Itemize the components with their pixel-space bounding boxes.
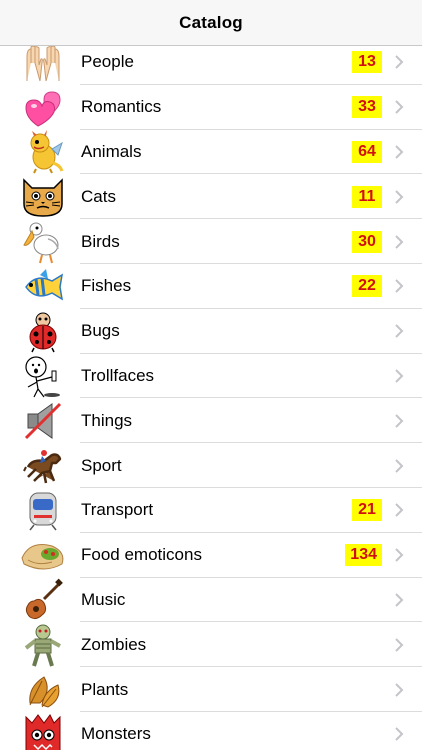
list-item-label: Fishes	[81, 276, 132, 296]
chevron-right-icon	[394, 99, 404, 115]
list-item-animals[interactable]: Animals 64	[0, 129, 422, 175]
guitar-icon	[20, 578, 66, 622]
chevron-right-icon	[394, 502, 404, 518]
list-item-label: Zombies	[81, 634, 147, 654]
list-item-bugs[interactable]: Bugs	[0, 308, 422, 354]
list-item-music[interactable]: Music	[0, 577, 422, 623]
chevron-right-icon	[394, 189, 404, 205]
list-item-label: Trollfaces	[81, 365, 155, 385]
list-item-label: People	[81, 52, 134, 72]
list-item-people[interactable]: People 13	[0, 46, 422, 85]
dragon-icon	[20, 129, 66, 174]
cat-face-icon	[20, 175, 66, 219]
catalog-list[interactable]: People 13 Romantics 33 Animals 64 Cats 1…	[0, 46, 422, 750]
chevron-right-icon	[394, 458, 404, 474]
list-item-fishes[interactable]: Fishes 22	[0, 264, 422, 309]
list-item-label: Plants	[81, 679, 129, 699]
page-title: Catalog	[179, 12, 243, 32]
chevron-right-icon	[394, 278, 404, 294]
raised-hands-icon	[20, 46, 66, 84]
monster-icon	[20, 712, 66, 750]
list-item-label: Romantics	[81, 97, 162, 117]
list-item-cats[interactable]: Cats 11	[0, 174, 422, 220]
pelican-icon	[20, 220, 66, 264]
count-badge: 13	[352, 51, 382, 74]
list-item-label: Animals	[81, 141, 142, 161]
count-badge: 134	[345, 544, 382, 567]
list-item-zombies[interactable]: Zombies	[0, 622, 422, 668]
count-badge: 30	[352, 230, 382, 253]
ladybug-icon	[20, 309, 66, 353]
list-item-trollfaces[interactable]: Trollfaces	[0, 353, 422, 399]
list-item-birds[interactable]: Birds 30	[0, 219, 422, 264]
chevron-right-icon	[394, 323, 404, 339]
chevron-right-icon	[394, 54, 404, 70]
zombie-icon	[20, 623, 66, 667]
train-icon	[20, 488, 66, 532]
list-item-plants[interactable]: Plants	[0, 667, 422, 712]
list-item-label: Music	[81, 589, 126, 609]
list-item-label: Things	[81, 410, 133, 430]
chevron-right-icon	[394, 547, 404, 563]
navigation-bar: Catalog	[0, 0, 422, 46]
muted-speaker-icon	[20, 399, 66, 443]
list-item-label: Birds	[81, 231, 120, 251]
stickman-icon	[20, 354, 66, 398]
list-item-label: Food emoticons	[81, 545, 202, 565]
count-badge: 11	[352, 185, 382, 208]
count-badge: 21	[352, 499, 382, 522]
fallen-leaf-icon	[20, 668, 66, 712]
chevron-right-icon	[394, 592, 404, 608]
list-item-label: Monsters	[81, 724, 151, 744]
chevron-right-icon	[394, 413, 404, 429]
count-badge: 64	[352, 140, 382, 163]
chevron-right-icon	[394, 144, 404, 160]
list-item-romantics[interactable]: Romantics 33	[0, 84, 422, 130]
list-item-transport[interactable]: Transport 21	[0, 488, 422, 533]
list-item-label: Cats	[81, 186, 116, 206]
list-item-label: Sport	[81, 455, 122, 475]
chevron-right-icon	[394, 726, 404, 742]
chevron-right-icon	[394, 637, 404, 653]
chevron-right-icon	[394, 682, 404, 698]
list-item-sport[interactable]: Sport	[0, 443, 422, 488]
tropical-fish-icon	[20, 264, 66, 308]
chevron-right-icon	[394, 234, 404, 250]
list-item-monsters[interactable]: Monsters	[0, 712, 422, 750]
burrito-icon	[20, 533, 66, 577]
count-badge: 22	[352, 275, 382, 298]
list-item-label: Bugs	[81, 321, 120, 341]
list-item-label: Transport	[81, 500, 154, 520]
list-item-food-emoticons[interactable]: Food emoticons 134	[0, 532, 422, 578]
two-hearts-icon	[20, 85, 66, 129]
count-badge: 33	[352, 96, 382, 119]
list-item-things[interactable]: Things	[0, 398, 422, 444]
chevron-right-icon	[394, 368, 404, 384]
horse-racing-icon	[20, 444, 66, 488]
